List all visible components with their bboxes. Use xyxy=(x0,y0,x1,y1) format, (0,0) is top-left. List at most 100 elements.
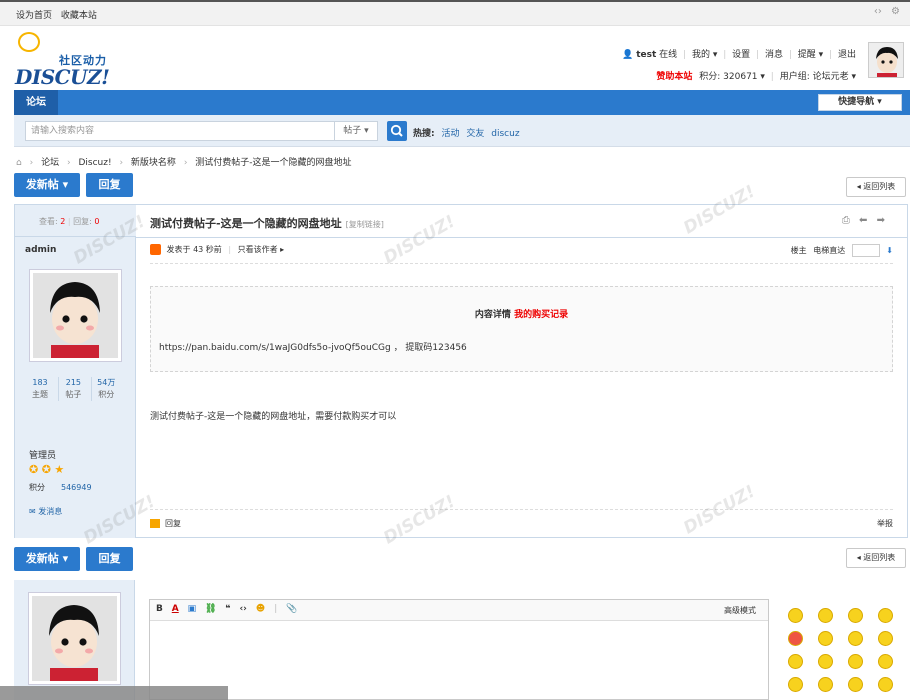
count-threads[interactable]: 183 主题 xyxy=(25,377,55,401)
breadcrumb: ⌂ › 论坛 › Discuz! › 新版块名称 › 测试付费帖子-这是一个隐藏… xyxy=(16,158,352,168)
smiley-icon-7[interactable] xyxy=(848,631,863,646)
credit-menu[interactable]: 积分: 320671 xyxy=(699,72,757,82)
post-content: 测试付费帖子-这是一个隐藏的网盘地址，需要付款购买才可以 xyxy=(150,412,397,422)
smiley-icon-1[interactable] xyxy=(788,608,803,623)
rank-stars-icon: ✪ ✪ ★ xyxy=(29,463,65,476)
menu-logout[interactable]: 退出 xyxy=(838,50,856,60)
floor-jump-input[interactable] xyxy=(851,244,880,257)
bottom-overlay-bar xyxy=(0,686,228,700)
search-input[interactable]: 请输入搜索内容 xyxy=(25,121,335,141)
new-thread-label: 发新帖 xyxy=(25,178,59,191)
send-message-link[interactable]: ✉ 发消息 xyxy=(29,506,62,517)
smiley-icon-15[interactable] xyxy=(848,677,863,692)
hot-search: 热搜: 活动 交友 discuz xyxy=(413,126,524,139)
print-icon[interactable]: ⎙ xyxy=(842,215,850,226)
code-tag-icon[interactable]: ‹› xyxy=(239,604,246,614)
bookmark-link[interactable]: 收藏本站 xyxy=(61,11,97,21)
reply-button-bottom[interactable]: 回复 xyxy=(86,547,133,571)
breadcrumb-board[interactable]: 新版块名称 xyxy=(131,158,176,168)
author-avatar[interactable] xyxy=(29,269,122,362)
smiley-icon-13[interactable] xyxy=(788,677,803,692)
reply-link[interactable]: 回复 xyxy=(150,518,181,529)
hot-link-friends[interactable]: 交友 xyxy=(466,129,484,139)
author-group[interactable]: 管理员 xyxy=(29,448,56,461)
count-posts[interactable]: 215 帖子 xyxy=(57,377,88,401)
link-icon[interactable]: ⛓ xyxy=(205,604,216,614)
header: 社区动力 DISCUZ! 👤 test 在线 | 我的 ▾ | 设置 | 消息 … xyxy=(0,26,910,90)
group-menu[interactable]: 用户组: 论坛元老 xyxy=(780,72,849,82)
smiley-icon-10[interactable] xyxy=(818,654,833,669)
author-name[interactable]: admin xyxy=(25,245,56,255)
report-link[interactable]: 举报 xyxy=(877,518,893,529)
quick-nav-button[interactable]: 快捷导航 ▾ xyxy=(818,94,902,111)
copy-link[interactable]: [复制链接] xyxy=(346,220,384,229)
smiley-icon-9[interactable] xyxy=(788,654,803,669)
smiley-icon-16[interactable] xyxy=(878,677,893,692)
user-icon: 👤 xyxy=(622,50,634,60)
search-button[interactable] xyxy=(387,121,407,141)
quote-icon[interactable]: ❝ xyxy=(225,604,230,614)
settings-icon[interactable]: ⚙ xyxy=(891,6,900,17)
smiley-icon-3[interactable] xyxy=(848,608,863,623)
menu-my[interactable]: 我的 xyxy=(692,50,710,60)
author-counts: 183 主题 215 帖子 54万 积分 xyxy=(25,377,125,401)
username-link[interactable]: test xyxy=(636,50,656,60)
home-icon[interactable]: ⌂ xyxy=(16,158,22,168)
hot-link-discuz[interactable]: discuz xyxy=(491,129,519,139)
sponsor-link[interactable]: 赞助本站 xyxy=(656,72,692,82)
image-icon[interactable]: ▣ xyxy=(188,604,197,614)
post-info-bar: 发表于 43 秒前 | 只看该作者 ▸ 楼主 电梯直达 ⬇ xyxy=(150,244,893,264)
smiley-icon-11[interactable] xyxy=(848,654,863,669)
breadcrumb-thread[interactable]: 测试付费帖子-这是一个隐藏的网盘地址 xyxy=(195,158,351,168)
my-avatar[interactable] xyxy=(28,592,121,685)
code-icon[interactable]: ‹› xyxy=(874,6,882,17)
set-home-link[interactable]: 设为首页 xyxy=(16,11,52,21)
smiley-icon-14[interactable] xyxy=(818,677,833,692)
menu-settings[interactable]: 设置 xyxy=(732,50,750,60)
author-credit: 积分 546949 xyxy=(29,482,92,493)
only-author-link[interactable]: 只看该作者 xyxy=(238,245,278,254)
site-logo[interactable]: 社区动力 DISCUZ! xyxy=(15,32,125,89)
bold-icon[interactable]: B xyxy=(156,604,163,614)
smiley-icon[interactable]: ☻ xyxy=(256,604,265,614)
advanced-mode-link[interactable]: 高级模式 xyxy=(724,605,756,616)
hot-link-activity[interactable]: 活动 xyxy=(441,129,459,139)
menu-notifications[interactable]: 提醒 xyxy=(798,50,816,60)
jump-label: 电梯直达 xyxy=(813,246,846,255)
font-color-icon[interactable]: A xyxy=(172,604,179,614)
next-thread-icon[interactable]: ➡ xyxy=(877,215,885,226)
post-container: 查看: 2 | 回复: 0 测试付费帖子-这是一个隐藏的网盘地址 [复制链接] ⎙… xyxy=(14,204,908,538)
menu-messages[interactable]: 消息 xyxy=(765,50,783,60)
floor-label: 楼主 xyxy=(790,246,807,255)
nav-tab-forum[interactable]: 论坛 xyxy=(14,90,58,115)
editor-toolbar: B A ▣ ⛓ ❝ ‹› ☻ | 📎 高级模式 xyxy=(150,600,768,621)
user-menu-row: 👤 test 在线 | 我的 ▾ | 设置 | 消息 | 提醒 ▾ | 退出 xyxy=(622,50,856,60)
smiley-icon-4[interactable] xyxy=(878,608,893,623)
breadcrumb-discuz[interactable]: Discuz! xyxy=(78,158,111,168)
locked-title: 内容详情 xyxy=(474,310,511,320)
breadcrumb-forum[interactable]: 论坛 xyxy=(41,158,59,168)
header-avatar[interactable] xyxy=(868,42,904,78)
jump-go-icon[interactable]: ⬇ xyxy=(886,246,893,255)
prev-thread-icon[interactable]: ⬅ xyxy=(859,215,867,226)
search-scope-select[interactable]: 帖子 ▾ xyxy=(334,121,378,141)
new-thread-button[interactable]: 发新帖 ▾ xyxy=(14,173,80,197)
top-links: 设为首页 收藏本站 xyxy=(16,8,103,21)
attachment-icon[interactable]: 📎 xyxy=(286,604,297,614)
reply-button[interactable]: 回复 xyxy=(86,173,133,197)
smiley-icon-12[interactable] xyxy=(878,654,893,669)
new-thread-button-bottom[interactable]: 发新帖 ▾ xyxy=(14,547,80,571)
smiley-icon-2[interactable] xyxy=(818,608,833,623)
smiley-icon-8[interactable] xyxy=(878,631,893,646)
smiley-icon-5[interactable] xyxy=(788,631,803,646)
count-credits[interactable]: 54万 积分 xyxy=(90,377,121,401)
back-to-list-label-bottom: 返回列表 xyxy=(863,553,896,562)
smiley-icon-6[interactable] xyxy=(818,631,833,646)
reply-editor: B A ▣ ⛓ ❝ ‹› ☻ | 📎 高级模式 xyxy=(149,599,769,700)
back-to-list-button[interactable]: ◂ 返回列表 xyxy=(846,177,906,197)
hot-search-label: 热搜: xyxy=(413,129,435,139)
editor-textarea[interactable] xyxy=(150,621,768,699)
posted-time: 发表于 43 秒前 xyxy=(166,245,222,254)
back-to-list-button-bottom[interactable]: ◂ 返回列表 xyxy=(846,548,906,568)
purchase-record-link[interactable]: 我的购买记录 xyxy=(514,310,568,320)
